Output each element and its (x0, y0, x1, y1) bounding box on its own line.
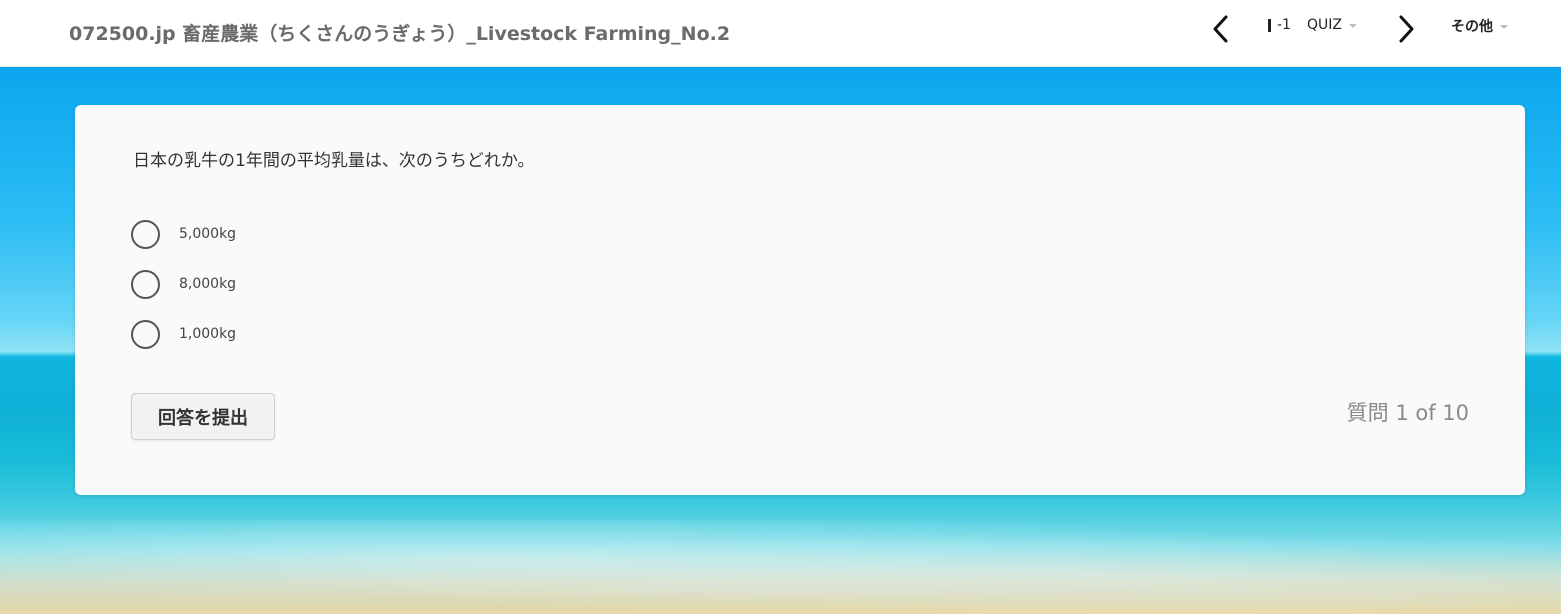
question-text: 日本の乳牛の1年間の平均乳量は、次のうちどれか。 (133, 151, 535, 171)
radio-unchecked-icon[interactable] (131, 219, 160, 249)
answer-option[interactable]: 1,000kg (131, 319, 431, 349)
more-menu-label: その他 (1451, 19, 1493, 35)
answer-option-label: 8,000kg (179, 276, 237, 292)
next-lesson-button[interactable] (1393, 12, 1419, 46)
lesson-indicator-dropdown[interactable]: -1 QUIZ (1268, 17, 1357, 33)
answer-option[interactable]: 5,000kg (131, 219, 431, 249)
lesson-number: -1 (1277, 17, 1291, 33)
answer-option[interactable]: 8,000kg (131, 269, 431, 299)
answer-option-label: 1,000kg (179, 326, 237, 342)
previous-lesson-button[interactable] (1208, 12, 1234, 46)
more-menu-dropdown[interactable]: その他 (1451, 16, 1508, 36)
chevron-right-icon (1399, 15, 1414, 43)
lesson-marker-icon (1268, 18, 1271, 32)
quiz-card: 日本の乳牛の1年間の平均乳量は、次のうちどれか。 5,000kg 8,000kg… (75, 105, 1525, 495)
course-title: 072500.jp 畜産農業（ちくさんのうぎょう）_Livestock Farm… (69, 23, 731, 45)
lesson-type: QUIZ (1306, 17, 1342, 33)
question-counter: 質問 1 of 10 (1346, 401, 1469, 425)
submit-answer-button[interactable]: 回答を提出 (131, 393, 275, 440)
caret-down-icon (1348, 24, 1357, 28)
beach-foam-overlay (0, 520, 1561, 614)
top-navigation-bar: 072500.jp 畜産農業（ちくさんのうぎょう）_Livestock Farm… (0, 0, 1561, 67)
answer-option-label: 5,000kg (179, 226, 237, 242)
chevron-left-icon (1213, 15, 1228, 43)
radio-unchecked-icon[interactable] (131, 269, 160, 299)
radio-unchecked-icon[interactable] (131, 319, 160, 349)
caret-down-icon (1500, 25, 1508, 29)
